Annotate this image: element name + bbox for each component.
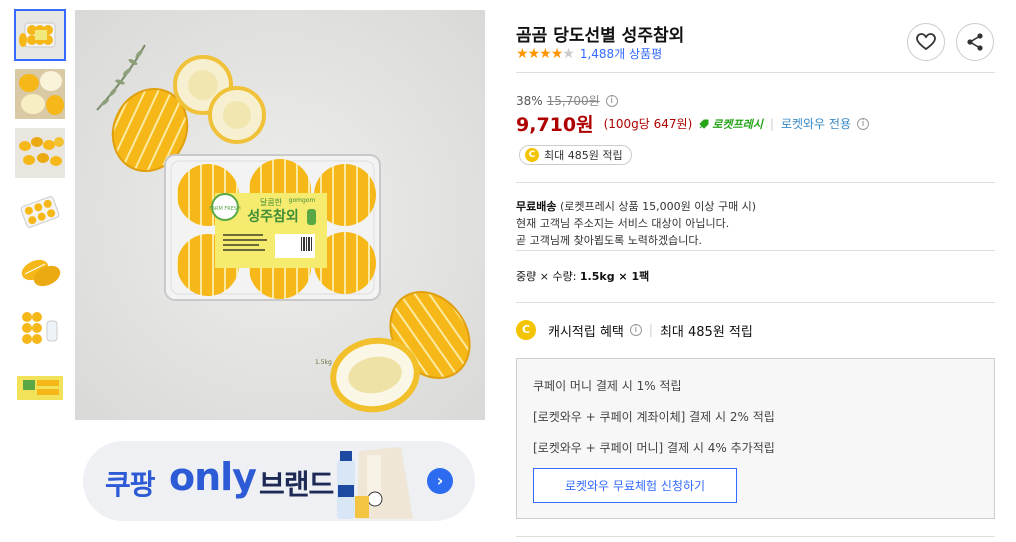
divider (516, 536, 995, 537)
shipping-notice-1: 현재 고객님 주소지는 서비스 대상이 아닙니다. (516, 217, 730, 230)
banner-brand-ko: 쿠팡 (105, 468, 156, 501)
label-badge: FARM FRESH (209, 206, 241, 212)
star-icon: ★ (527, 45, 541, 62)
shipping-title: 무료배송 (516, 200, 557, 213)
rating-stars: ★★★★★ (516, 45, 575, 62)
star-icon: ★ (550, 45, 564, 62)
thumbnail-3[interactable] (15, 128, 65, 178)
shipping-notice-2: 곧 고객님께 찾아뵙도록 노력하겠습니다. (516, 234, 703, 247)
coupang-only-brand-banner[interactable]: 쿠팡 only 브랜드 › (83, 441, 475, 521)
thumbnail-7[interactable] (15, 364, 65, 414)
info-icon[interactable]: i (857, 117, 869, 130)
discount-rate: 38% (516, 93, 543, 108)
info-icon[interactable]: i (629, 324, 642, 336)
thumbnail-2[interactable] (15, 69, 65, 119)
wishlist-button[interactable] (907, 23, 945, 61)
rocket-wow-label: 로켓와우 전용 (780, 117, 851, 131)
thumbnail-6[interactable] (15, 305, 65, 355)
cashback-row: C 캐시적립 혜택 i | 최대 485원 적립 (516, 320, 753, 340)
spec-row: 중량 × 수량: 1.5kg × 1팩 (516, 268, 649, 284)
cash-reward-text: 최대 485원 적립 (544, 149, 623, 162)
info-icon[interactable]: i (605, 94, 618, 107)
cashback-value: 최대 485원 적립 (659, 324, 753, 340)
rating-row: ★★★★★ 1,488개 상품평 (516, 45, 662, 62)
share-icon (967, 33, 983, 51)
banner-only: only (169, 455, 257, 499)
thumbnail-4[interactable] (15, 187, 65, 237)
benefit-line-2: [로켓와우 + 쿠페이 계좌이체] 결제 시 2% 적립 (533, 410, 775, 424)
divider (516, 302, 995, 303)
star-icon: ★ (516, 45, 529, 62)
cash-coin-icon: C (525, 148, 539, 162)
label-brand: gomgom (289, 197, 316, 204)
original-price: 15,700원 (546, 94, 600, 108)
discount-row: 38% 15,700원 i (516, 92, 618, 109)
label-weight: 1.5kg (315, 359, 332, 366)
payment-benefits-box: 쿠페이 머니 결제 시 1% 적립 [로켓와우 + 쿠페이 계좌이체] 결제 시… (516, 358, 995, 519)
separator: | (769, 116, 774, 131)
banner-go-button[interactable]: › (427, 468, 453, 494)
main-product-image[interactable]: FARM FRESH 달콤한 성주참외 gomgom 1.5kg (75, 10, 485, 420)
thumbnail-1[interactable] (14, 9, 66, 61)
rocket-fresh-label: 로켓프레시 (712, 117, 763, 131)
spec-label: 중량 × 수량: (516, 270, 577, 283)
star-icon: ★ (562, 45, 575, 62)
rocket-wow-trial-button[interactable]: 로켓와우 무료체험 신청하기 (533, 468, 737, 503)
divider (516, 182, 995, 183)
price-row: 9,710원 (100g당 647원) 로켓프레시 | 로켓와우 전용 i (516, 110, 869, 137)
thumbnail-list (14, 9, 66, 423)
heart-icon (916, 33, 936, 51)
banner-products-image (337, 447, 413, 519)
cashback-label: 캐시적립 혜택 (548, 324, 624, 340)
benefit-line-3: [로켓와우 + 쿠페이 머니] 결제 시 4% 추가적립 (533, 441, 775, 455)
product-title: 곰곰 당도선별 성주참외 (516, 26, 685, 46)
label-name-big: 성주참외 (247, 208, 299, 225)
sale-price: 9,710원 (516, 114, 594, 136)
cash-coin-icon: C (516, 320, 536, 340)
label-name-small: 달콤한 (260, 198, 283, 207)
spec-value: 1.5kg × 1팩 (579, 270, 650, 283)
banner-brand-word: 브랜드 (259, 468, 334, 501)
shipping-info: 무료배송 (로켓프레시 상품 15,000원 이상 구매 시) 현재 고객님 주… (516, 198, 756, 249)
unit-price: (100g당 647원) (603, 117, 693, 131)
separator: | (648, 323, 653, 337)
divider (516, 250, 995, 251)
cash-reward-pill: C 최대 485원 적립 (519, 145, 632, 165)
divider (516, 72, 995, 73)
thumbnail-5[interactable] (15, 246, 65, 296)
share-button[interactable] (956, 23, 994, 61)
benefit-line-1: 쿠페이 머니 결제 시 1% 적립 (533, 379, 682, 393)
star-icon: ★ (539, 45, 552, 62)
shipping-condition: (로켓프레시 상품 15,000원 이상 구매 시) (559, 200, 757, 213)
rocket-icon (699, 119, 709, 129)
review-count-link[interactable]: 1,488개 상품평 (580, 45, 662, 62)
